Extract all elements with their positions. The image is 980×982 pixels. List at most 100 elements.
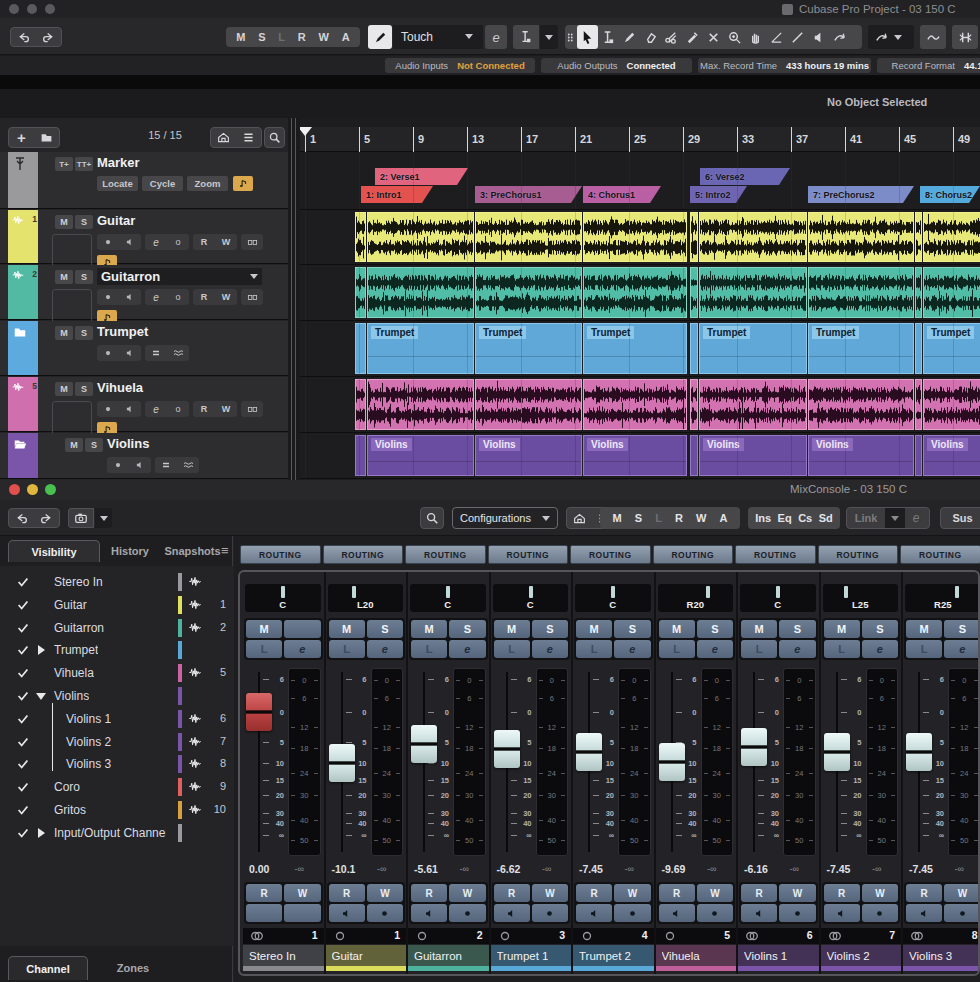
audio-event[interactable] — [923, 379, 980, 430]
fader-cap[interactable] — [659, 743, 685, 781]
track-mute-button[interactable]: M — [55, 326, 73, 340]
link-button[interactable]: Link — [847, 512, 885, 524]
undo-button[interactable] — [9, 509, 34, 527]
monitor-button[interactable] — [119, 345, 141, 361]
auto-scroll-caret[interactable] — [540, 25, 558, 49]
channel-read-button[interactable]: R — [329, 884, 365, 902]
redo-button[interactable] — [34, 509, 59, 527]
channel-edit-button[interactable]: e — [367, 640, 403, 658]
erase-tool[interactable] — [640, 25, 661, 49]
edit-channel-button[interactable]: e — [145, 404, 167, 415]
automation-m-button[interactable]: M — [236, 31, 245, 43]
audio-event[interactable] — [367, 267, 474, 318]
tab-menu-icon[interactable]: ≡ — [221, 543, 233, 557]
channel-edit-button[interactable]: e — [862, 640, 898, 658]
marker-event[interactable]: 3: PreChorus1 — [475, 186, 582, 203]
channel-edit-button[interactable]: e — [449, 640, 485, 658]
channel-solo-button[interactable]: S — [449, 620, 485, 638]
close-button[interactable] — [9, 484, 20, 495]
channel-solo-button[interactable]: S — [614, 620, 650, 638]
audio-event[interactable] — [475, 267, 582, 318]
bottom-tab-channel[interactable]: Channel — [8, 956, 88, 980]
insert-bypass-button[interactable]: o — [167, 237, 189, 247]
visibility-item-violins-1[interactable]: Violins 16 — [0, 708, 233, 730]
track-header-guitarron[interactable]: 2MSGuitarroneoRW — [0, 265, 288, 320]
write-button[interactable]: W — [215, 292, 237, 302]
visibility-item-guitar[interactable]: Guitar1 — [0, 594, 233, 616]
rack-sd-button[interactable]: Sd — [819, 512, 833, 524]
fader-cap[interactable] — [494, 730, 520, 768]
channel-record-button[interactable] — [532, 904, 568, 922]
marker-event[interactable]: 6: Verse2 — [700, 168, 790, 185]
track-header-guitar[interactable]: 1MSGuitareoRW — [0, 210, 288, 264]
mix-automation-m-button[interactable]: M — [613, 512, 622, 524]
visibility-item-violins-2[interactable]: Violins 27 — [0, 731, 233, 753]
fader-cap[interactable] — [906, 733, 932, 771]
track-solo-button[interactable]: S — [75, 382, 93, 396]
channel-edit-button[interactable]: e — [697, 640, 733, 658]
mix-automation-w-button[interactable]: W — [696, 512, 706, 524]
marker-event[interactable]: 4: Chorus1 — [583, 186, 661, 203]
audio-event[interactable] — [690, 267, 698, 318]
collapse-arrow-icon[interactable] — [36, 693, 46, 700]
read-button[interactable]: R — [193, 237, 215, 247]
marker-zoom-button[interactable]: Zoom — [187, 176, 228, 191]
audio-event[interactable]: Violins — [367, 435, 474, 476]
pan-control[interactable]: R20 — [658, 584, 734, 612]
channel-name-row[interactable]: Violins 1 — [738, 945, 819, 966]
audio-event[interactable] — [915, 435, 922, 476]
audio-event[interactable] — [583, 212, 687, 262]
audio-event[interactable]: Trumpet — [923, 323, 980, 374]
track-header-marker[interactable]: T+TT+MarkerLocateCycleZoom — [0, 152, 288, 209]
channel-edit-button[interactable]: e — [944, 640, 980, 658]
configurations-select[interactable]: Configurations — [452, 507, 558, 529]
channel-mute-button[interactable]: M — [411, 620, 447, 638]
channel-name-row[interactable]: Trumpet 1 — [491, 945, 572, 966]
freeze-button[interactable] — [177, 457, 199, 473]
fader-cap[interactable] — [246, 693, 272, 731]
visibility-check[interactable] — [16, 575, 30, 589]
audio-event[interactable] — [690, 323, 698, 374]
audio-event[interactable] — [915, 323, 922, 374]
redo-button[interactable] — [36, 28, 61, 46]
channel-read-button[interactable]: R — [246, 884, 282, 902]
channel-listen-button[interactable]: L — [659, 640, 695, 658]
channel-solo-button[interactable]: S — [862, 620, 898, 638]
visibility-check[interactable] — [16, 826, 30, 840]
visibility-check[interactable] — [16, 689, 30, 703]
audio-event[interactable] — [355, 212, 366, 262]
mix-search-button[interactable] — [420, 507, 444, 529]
group-edit-button[interactable] — [155, 457, 177, 473]
visibility-item-gritos[interactable]: Gritos10 — [0, 799, 233, 821]
visibility-check[interactable] — [16, 780, 30, 794]
mute-tool[interactable] — [703, 25, 724, 49]
channel-read-button[interactable]: R — [576, 884, 612, 902]
visibility-item-violins[interactable]: Violins — [0, 685, 233, 707]
marker-event[interactable]: 2: Verse1 — [375, 168, 468, 185]
audio-event[interactable] — [915, 212, 922, 262]
track-solo-button[interactable]: S — [75, 215, 93, 229]
channel-record-button[interactable] — [779, 904, 815, 922]
play-tool[interactable] — [808, 25, 829, 49]
hand-tool[interactable] — [745, 25, 766, 49]
record-arm-button[interactable] — [97, 401, 119, 417]
automation-s-button[interactable]: S — [258, 31, 265, 43]
channel-edit-button[interactable]: e — [284, 640, 320, 658]
split-tool[interactable] — [661, 25, 682, 49]
routing-rack-header[interactable]: ROUTING — [323, 545, 404, 564]
channel-read-button[interactable]: R — [411, 884, 447, 902]
audio-event[interactable] — [355, 323, 366, 374]
track-name-dropdown[interactable]: Guitarron — [97, 268, 262, 285]
channel-read-button[interactable]: R — [824, 884, 860, 902]
link-caret[interactable] — [885, 508, 905, 528]
audio-event[interactable]: Trumpet — [367, 323, 474, 374]
fader-cap[interactable] — [411, 725, 437, 763]
close-button[interactable] — [9, 4, 19, 14]
curve-tool-button[interactable] — [920, 25, 946, 49]
audio-event[interactable] — [475, 379, 582, 430]
audio-event[interactable] — [690, 435, 698, 476]
track-mute-button[interactable]: M — [55, 215, 73, 229]
channel-monitor-button[interactable] — [576, 904, 612, 922]
channel-record-button[interactable] — [449, 904, 485, 922]
channel-write-button[interactable]: W — [862, 884, 898, 902]
